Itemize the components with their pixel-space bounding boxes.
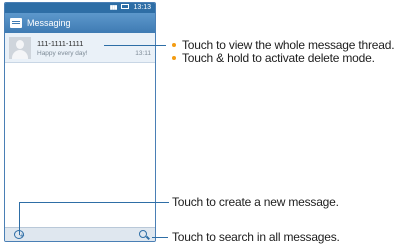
status-bar: ▮▮▮ 13:13 <box>5 3 155 13</box>
bottom-bar <box>5 227 155 241</box>
messaging-app-icon <box>10 18 22 28</box>
status-time: 13:13 <box>133 4 151 11</box>
callout-line-compose-h <box>19 202 169 203</box>
note-compose: Touch to create a new message. <box>172 195 339 209</box>
callout-line-compose <box>19 202 20 235</box>
thread-time: 13:11 <box>135 50 151 57</box>
callout-line-thread <box>104 45 166 46</box>
contact-avatar <box>9 37 31 59</box>
thread-row[interactable]: 111-1111-1111 Happy every day! 13:11 <box>5 33 155 63</box>
note-search: Touch to search in all messages. <box>172 230 340 244</box>
bullet-dot <box>172 43 176 47</box>
thread-name: 111-1111-1111 <box>37 39 84 48</box>
action-bar: Messaging <box>5 13 155 33</box>
signal-icon: ▮▮▮ <box>109 5 118 11</box>
bullet-dot <box>172 56 176 60</box>
battery-icon <box>120 3 129 9</box>
app-title: Messaging <box>27 18 71 28</box>
note-view-thread: Touch to view the whole message thread. <box>182 38 395 52</box>
callout-line-search <box>152 237 168 238</box>
phone-screen: ▮▮▮ 13:13 Messaging 111-1111-1111 Happy … <box>4 2 156 242</box>
note-delete-mode: Touch & hold to activate delete mode. <box>182 51 375 65</box>
search-icon[interactable] <box>139 230 147 238</box>
thread-snippet: Happy every day! <box>37 50 88 57</box>
thread-list: 111-1111-1111 Happy every day! 13:11 <box>5 33 155 63</box>
